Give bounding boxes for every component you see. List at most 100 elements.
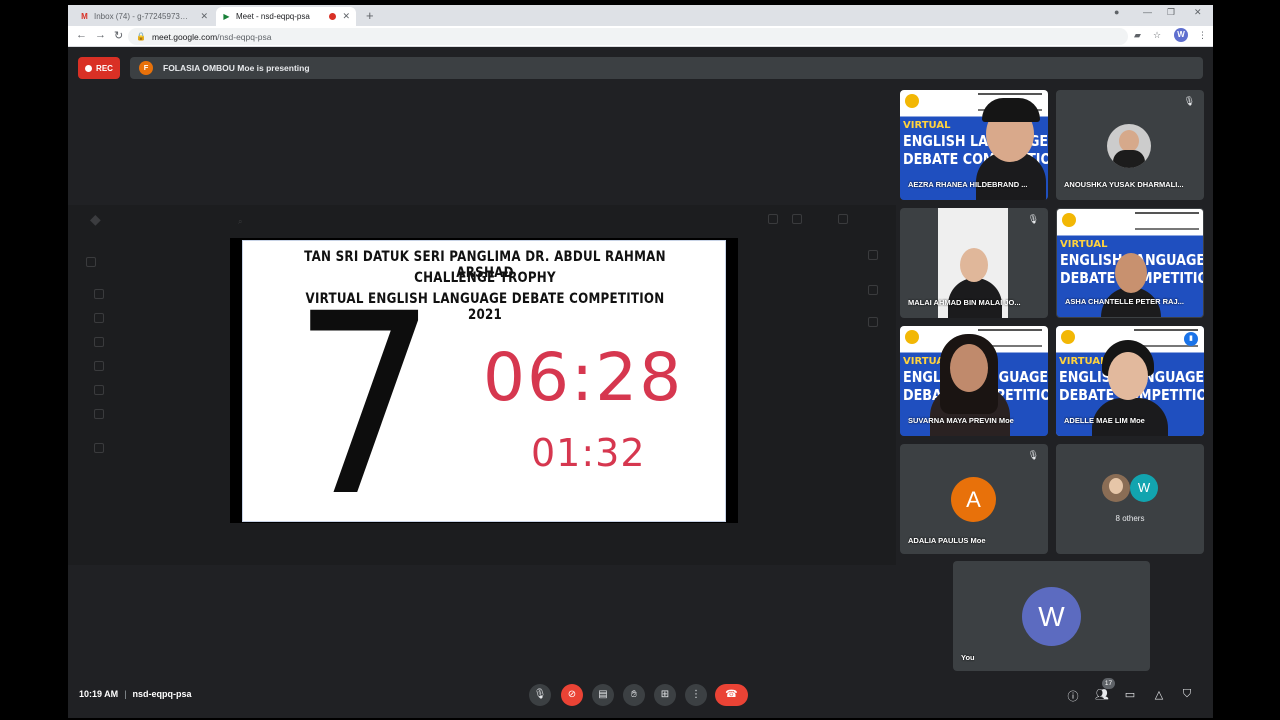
recording-badge: REC [78, 57, 120, 79]
hangup-icon: ☎︎ [725, 689, 738, 700]
more-options-button[interactable]: ⋮ [685, 684, 707, 706]
self-tile[interactable]: W You [953, 561, 1150, 671]
forward-icon[interactable]: → [95, 29, 106, 41]
banner-header-icon [1135, 212, 1199, 230]
trash-icon [94, 409, 104, 419]
others-count: 8 others [1115, 514, 1145, 523]
settings-icon [792, 214, 802, 224]
more-icon: ⋮ [691, 689, 701, 700]
media-icon[interactable]: ● [1114, 7, 1119, 17]
camera-off-icon: ⊘ [567, 689, 577, 700]
participant-name: ASHA CHANTELLE PETER RAJ... [1065, 297, 1184, 306]
meet-icon: ▶ [223, 12, 230, 21]
participant-tile[interactable]: VIRTUAL ENGLISH LANGUAGE DEBATE COMPETIT… [900, 326, 1048, 436]
tab-gmail[interactable]: M Inbox (74) - g-77245973@moe-... ✕ [74, 7, 214, 26]
profile-avatar[interactable]: W [1174, 28, 1188, 42]
lock-icon: 🔒 [136, 32, 146, 41]
presentation-slide: TAN SRI DATUK SERI PANGLIMA DR. ABDUL RA… [242, 240, 726, 522]
side-panel-icon [868, 250, 878, 260]
new-tab-icon[interactable]: + [366, 8, 374, 23]
close-icon[interactable]: ✕ [200, 11, 208, 22]
counter-number: 7 [291, 260, 438, 522]
captions-button[interactable]: ▤ [592, 684, 614, 706]
banner-text: VIRTUAL [1060, 239, 1108, 250]
participant-tile[interactable]: 🎙︎ A ADALIA PAULUS Moe [900, 444, 1048, 554]
participant-name: ANOUSHKA YUSAK DHARMALI... [1064, 180, 1184, 189]
participant-count-badge: 17 [1102, 678, 1115, 689]
tab-title: Meet - nsd-eqpq-psa [236, 12, 310, 21]
people-icon[interactable]: 👥︎ [1095, 688, 1109, 701]
activities-icon[interactable]: △ [1152, 688, 1166, 701]
participant-name: MALAI AHMAD BIN MALAI JO... [908, 298, 1021, 307]
shared-icon [94, 337, 104, 347]
participant-tile[interactable]: VIRTUAL ENGLISH LANGUAGE DEBATE COMPETIT… [1056, 208, 1204, 318]
participant-name: AEZRA RHANEA HILDEBRAND ... [908, 180, 1028, 189]
participant-face [960, 248, 988, 282]
participant-face [1108, 352, 1148, 400]
help-icon [768, 214, 778, 224]
rec-label: REC [96, 63, 113, 73]
url-host: meet.google.com [151, 31, 218, 42]
address-bar[interactable]: 🔒 meet.google.com/nsd-eqpq-psa [128, 28, 1128, 45]
minimize-icon[interactable]: — [1143, 7, 1152, 17]
drive-logo-icon: ◆ [90, 211, 101, 227]
clock-time: 10:19 AM [79, 689, 119, 699]
participant-tile[interactable]: VIRTUAL ENGLISH LANGUAGE DEBATE COMPETIT… [900, 90, 1048, 200]
presenter-avatar: F [139, 61, 153, 75]
main-timer: 06:28 [483, 339, 684, 416]
participant-hair [982, 98, 1040, 122]
camera-indicator-icon[interactable]: ▰ [1134, 30, 1141, 41]
host-controls-icon[interactable]: ⛉ [1180, 688, 1194, 701]
back-icon[interactable]: ← [76, 29, 87, 41]
reload-icon[interactable]: ↻ [114, 29, 123, 42]
leave-call-button[interactable]: ☎︎ [715, 684, 748, 706]
bookmark-star-icon[interactable]: ☆ [1153, 30, 1161, 41]
starred-icon [94, 385, 104, 395]
mic-muted-icon: 🎙︎ [1027, 214, 1039, 224]
search-icon: ⌕ [238, 217, 243, 226]
present-icon: ⊞ [660, 689, 670, 700]
mic-muted-icon: 🎙︎ [1027, 450, 1039, 460]
mic-button[interactable]: 🎙︎ [529, 684, 551, 706]
menu-icon[interactable]: ⋮ [1198, 30, 1207, 41]
camera-button[interactable]: ⊘ [561, 684, 583, 706]
participant-tile[interactable]: 🎙︎ MALAI AHMAD BIN MALAI JO... [900, 208, 1048, 318]
storage-icon [94, 443, 104, 453]
others-photo [1102, 474, 1130, 502]
participant-name: SUVARNA MAYA PREVIN Moe [908, 416, 1014, 425]
new-icon [86, 257, 96, 267]
browser-window: M Inbox (74) - g-77245973@moe-... ✕ ▶ Me… [68, 5, 1213, 718]
crest-icon [905, 94, 919, 108]
others-tile[interactable]: W 8 others [1056, 444, 1204, 554]
mic-icon: 🎙︎ [533, 689, 547, 700]
mic-muted-icon: 🎙︎ [1183, 96, 1195, 106]
meeting-info: 10:19 AM | nsd-eqpq-psa [79, 689, 192, 699]
recording-dot-icon [329, 13, 337, 20]
toolbar: ← → ↻ 🔒 meet.google.com/nsd-eqpq-psa ▰ ☆… [68, 26, 1213, 47]
raise-hand-icon: ✋︎ [631, 689, 637, 700]
info-icon[interactable]: ⓘ [1066, 688, 1080, 704]
tab-strip: M Inbox (74) - g-77245973@moe-... ✕ ▶ Me… [68, 5, 1213, 26]
raise-hand-button[interactable]: ✋︎ [623, 684, 645, 706]
participant-avatar: A [951, 477, 996, 522]
participant-name: ADALIA PAULUS Moe [908, 536, 986, 545]
record-icon [85, 64, 93, 72]
close-window-icon[interactable]: ✕ [1194, 7, 1202, 18]
side-panel-icon [868, 285, 878, 295]
participant-face [1115, 253, 1147, 293]
crest-icon [905, 330, 919, 344]
apps-icon [838, 214, 848, 224]
participant-tile[interactable]: 🎙︎ ANOUSHKA YUSAK DHARMALI... [1056, 90, 1204, 200]
presenting-bar: F FOLASIA OMBOU Moe is presenting [130, 57, 1203, 79]
participant-tile-active[interactable]: VIRTUAL ENGLISH LANGUAGE DEBATE COMPETIT… [1056, 326, 1204, 436]
maximize-icon[interactable]: ❐ [1167, 7, 1175, 18]
computer-icon [94, 313, 104, 323]
chat-icon[interactable]: ▭ [1123, 688, 1137, 701]
tab-meet[interactable]: ▶ Meet - nsd-eqpq-psa ✕ [216, 7, 356, 26]
folder-icon [94, 289, 104, 299]
participant-face [950, 344, 988, 392]
present-button[interactable]: ⊞ [654, 684, 676, 706]
speaking-indicator-icon: ▮ [1184, 332, 1198, 346]
crest-icon [1062, 213, 1076, 227]
close-icon[interactable]: ✕ [342, 11, 350, 22]
